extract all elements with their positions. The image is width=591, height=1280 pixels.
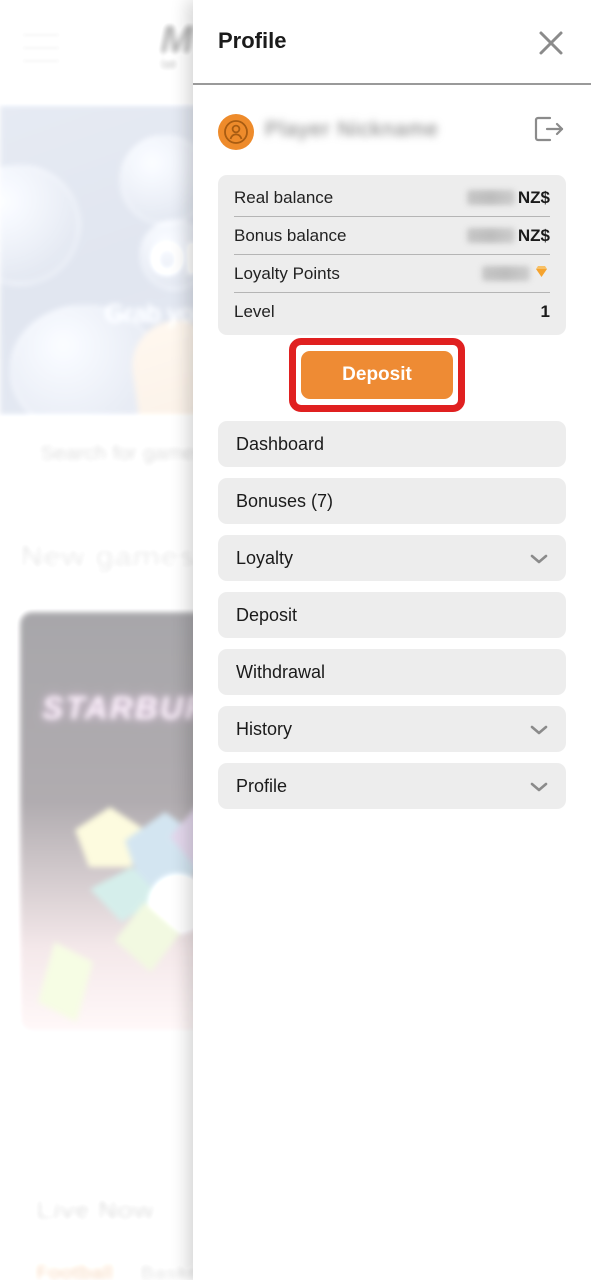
level-value: 1 xyxy=(540,302,550,321)
menu-item-label: Deposit xyxy=(236,604,298,625)
balance-row-real: Real balance NZ$ xyxy=(234,179,550,217)
live-now-heading: Live Now xyxy=(36,1195,155,1225)
screen-root: M bet OFFER Grab your bonus Search for g… xyxy=(0,0,591,1280)
logout-icon[interactable] xyxy=(532,114,566,144)
menu-item-label: Bonuses (7) xyxy=(236,490,334,511)
deposit-section: Deposit xyxy=(193,335,591,421)
menu-item-label: History xyxy=(236,718,293,739)
chevron-down-icon xyxy=(530,723,548,741)
user-avatar-icon xyxy=(218,114,254,150)
balance-row-level: Level 1 xyxy=(234,293,550,331)
menu-item-bonuses[interactable]: Bonuses (7) xyxy=(218,478,566,524)
balance-label: Loyalty Points xyxy=(234,263,340,283)
balance-card: Real balance NZ$ Bonus balance NZ$ Loyal… xyxy=(218,175,566,335)
username-label: Player Nickname xyxy=(265,118,439,141)
currency-label: NZ$ xyxy=(517,187,550,207)
menu-item-label: Dashboard xyxy=(236,433,325,454)
profile-drawer: Profile Player Nickname Real balance NZ$… xyxy=(193,0,591,1280)
hamburger-menu-icon[interactable] xyxy=(20,32,62,71)
balance-value-redacted xyxy=(466,228,515,243)
close-icon[interactable] xyxy=(536,28,566,58)
diamond-icon xyxy=(533,263,550,285)
menu-item-profile[interactable]: Profile xyxy=(218,763,566,809)
balance-label: Bonus balance xyxy=(234,225,347,245)
deposit-button[interactable]: Deposit xyxy=(301,351,453,399)
menu-item-label: Withdrawal xyxy=(236,661,326,682)
sport-tab-football[interactable]: Football xyxy=(36,1262,114,1280)
menu-item-deposit[interactable]: Deposit xyxy=(218,592,566,638)
balance-row-bonus: Bonus balance NZ$ xyxy=(234,217,550,255)
drawer-header: Profile xyxy=(193,0,591,85)
gem-decoration xyxy=(38,942,93,1022)
site-logo[interactable]: M bet xyxy=(160,20,193,72)
menu-item-label: Profile xyxy=(236,775,288,796)
user-row: Player Nickname xyxy=(193,100,591,172)
chevron-down-icon xyxy=(530,780,548,798)
menu-item-history[interactable]: History xyxy=(218,706,566,752)
menu-item-label: Loyalty xyxy=(236,547,294,568)
menu-item-loyalty[interactable]: Loyalty xyxy=(218,535,566,581)
menu-item-dashboard[interactable]: Dashboard xyxy=(218,421,566,467)
balance-label: Level xyxy=(234,302,275,321)
currency-label: NZ$ xyxy=(517,225,550,245)
balance-value-redacted xyxy=(482,266,530,281)
balance-row-loyalty: Loyalty Points xyxy=(234,255,550,293)
drawer-menu: Dashboard Bonuses (7) Loyalty Deposit Wi… xyxy=(193,421,591,809)
chevron-down-icon xyxy=(530,552,548,570)
menu-item-withdrawal[interactable]: Withdrawal xyxy=(218,649,566,695)
new-games-heading: New games xyxy=(20,538,197,574)
balance-value-redacted xyxy=(466,190,515,205)
page-title: Profile xyxy=(218,28,287,53)
balance-label: Real balance xyxy=(234,187,334,207)
